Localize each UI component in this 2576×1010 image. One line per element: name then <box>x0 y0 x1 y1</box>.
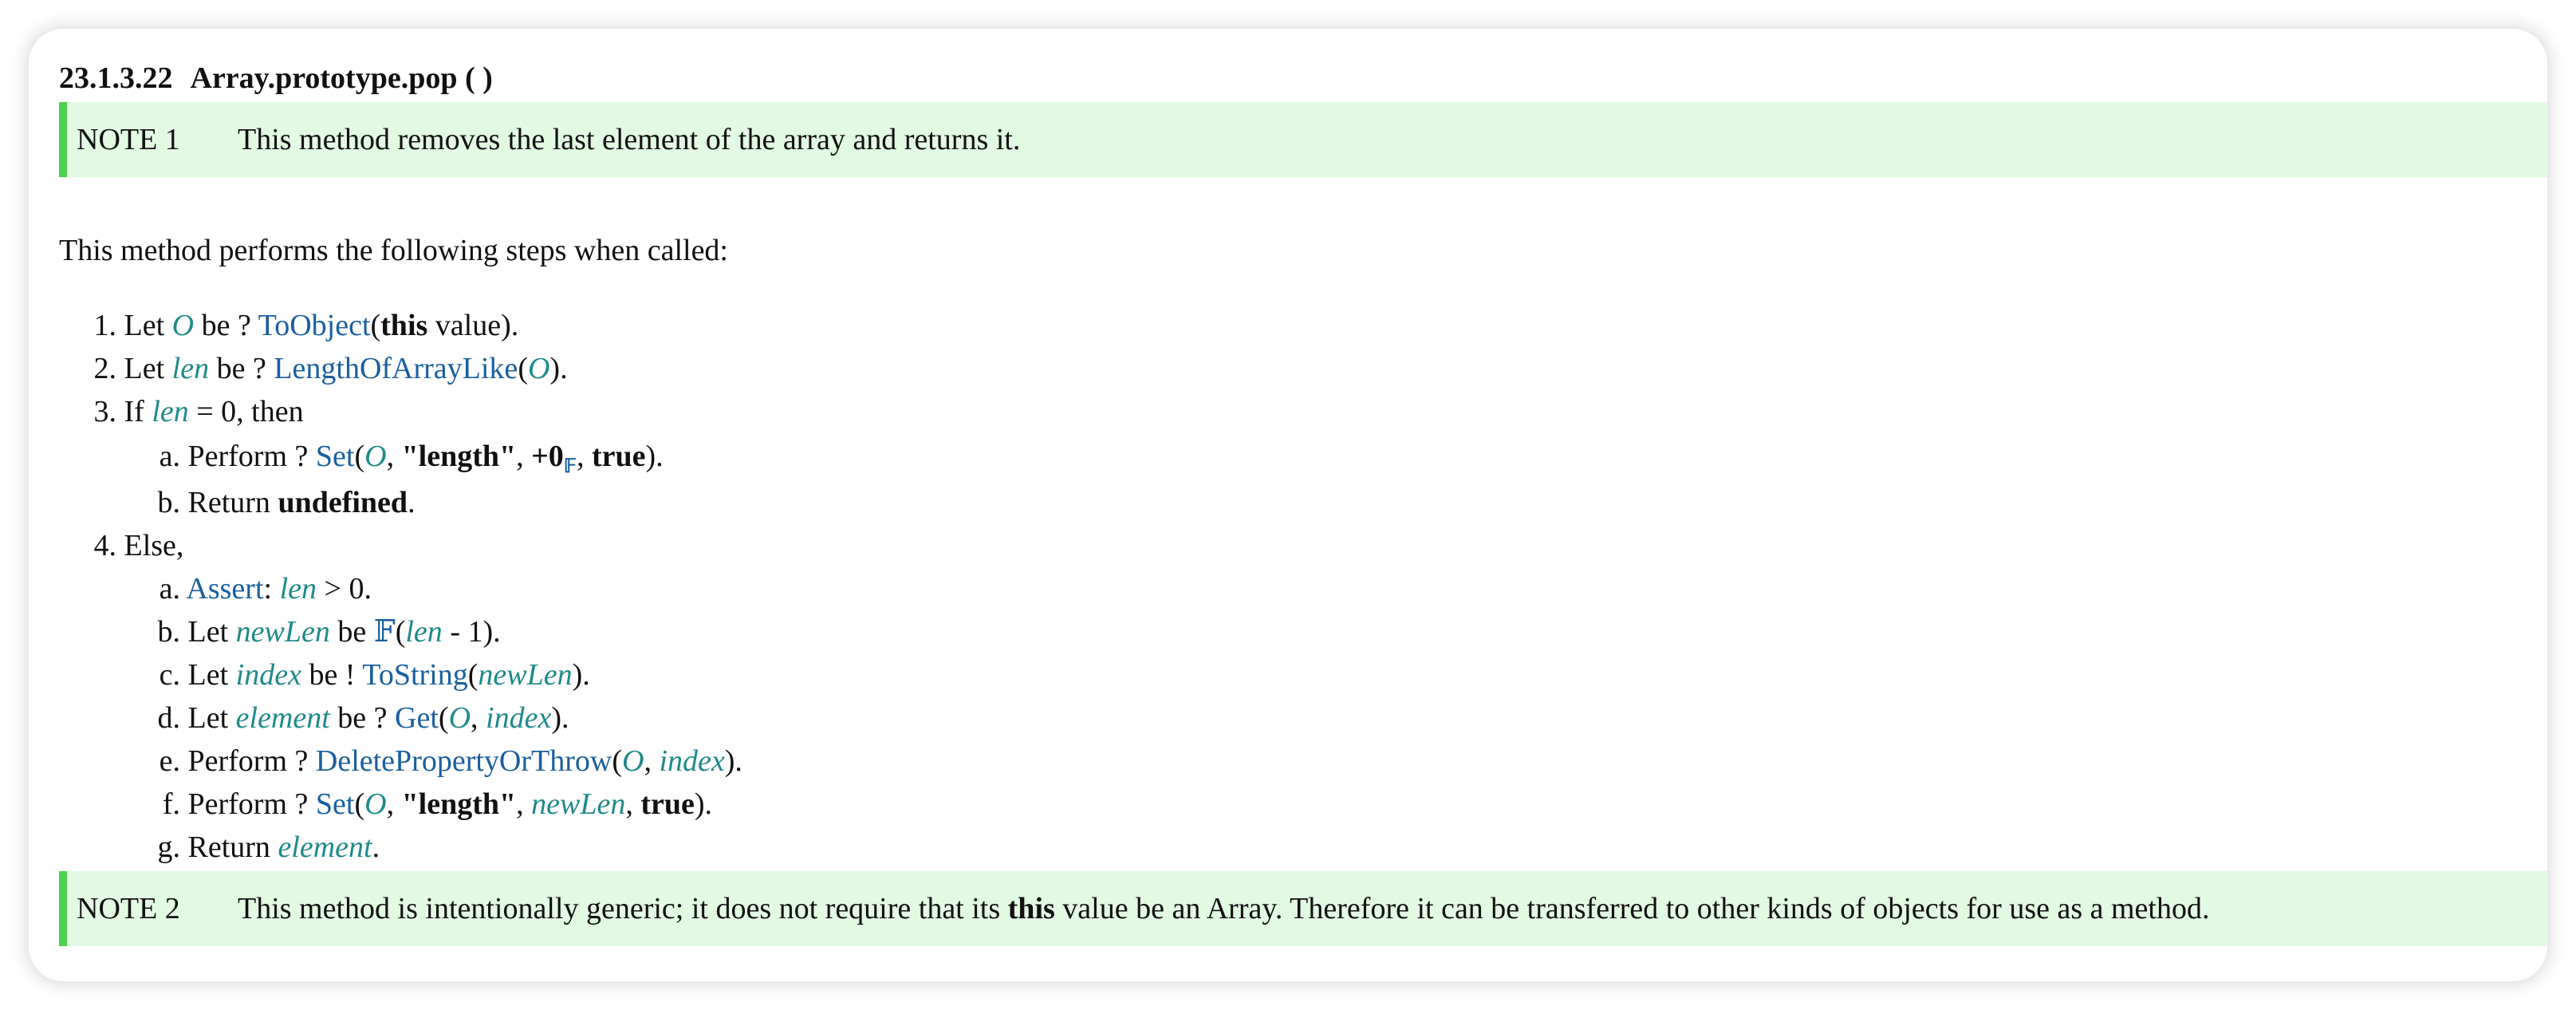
step-3a: a. Perform ? Set(O, "length", +0𝔽, true)… <box>159 440 664 477</box>
note-1-label: NOTE 1 <box>77 123 180 156</box>
variable-element[interactable]: element <box>278 830 372 864</box>
link-get[interactable]: Get <box>395 701 439 735</box>
step-4: 4. Else, <box>93 529 184 562</box>
link-set[interactable]: Set <box>316 440 355 473</box>
section-title: Array.prototype.pop ( ) <box>190 61 493 95</box>
variable-O[interactable]: O <box>172 309 194 342</box>
variable-O[interactable]: O <box>364 440 386 473</box>
link-toobject[interactable]: ToObject <box>258 309 371 342</box>
step-4f: f. Perform ? Set(O, "length", newLen, tr… <box>162 787 713 821</box>
variable-len[interactable]: len <box>172 352 209 385</box>
step-4a: a. Assert: len > 0. <box>159 572 372 606</box>
intro-text: This method performs the following steps… <box>59 234 728 267</box>
note-2-label: NOTE 2 <box>77 892 180 925</box>
note-2: NOTE 2 This method is intentionally gene… <box>59 871 2547 946</box>
variable-O[interactable]: O <box>364 787 386 821</box>
variable-O[interactable]: O <box>449 701 471 735</box>
step-4g: g. Return element. <box>157 830 380 864</box>
spec-section-card: 23.1.3.22 Array.prototype.pop ( ) NOTE 1 … <box>29 29 2547 981</box>
section-number: 23.1.3.22 <box>59 61 173 95</box>
variable-len[interactable]: len <box>152 395 188 428</box>
variable-len[interactable]: len <box>280 572 317 606</box>
variable-O[interactable]: O <box>622 744 644 778</box>
link-lengthofarraylike[interactable]: LengthOfArrayLike <box>274 352 518 385</box>
step-3: 3. If len = 0, then <box>93 395 304 428</box>
variable-element[interactable]: element <box>236 701 330 735</box>
note-1: NOTE 1 This method removes the last elem… <box>59 102 2547 177</box>
step-1: 1. Let O be ? ToObject(this value). <box>93 309 519 342</box>
step-3b: b. Return undefined. <box>157 486 416 519</box>
link-tostring[interactable]: ToString <box>362 658 467 692</box>
step-2: 2. Let len be ? LengthOfArrayLike(O). <box>93 352 568 385</box>
step-4c: c. Let index be ! ToString(newLen). <box>159 658 590 692</box>
link-to-number-value[interactable]: 𝔽 <box>374 615 396 649</box>
link-deletepropertyorthrow[interactable]: DeletePropertyOrThrow <box>316 744 612 778</box>
step-4d: d. Let element be ? Get(O, index). <box>157 701 569 735</box>
variable-newlen[interactable]: newLen <box>478 658 572 692</box>
variable-newlen[interactable]: newLen <box>531 787 625 821</box>
variable-len[interactable]: len <box>405 615 442 649</box>
variable-newlen[interactable]: newLen <box>236 615 330 649</box>
link-assert[interactable]: Assert <box>186 572 263 606</box>
section-heading: 23.1.3.22 Array.prototype.pop ( ) <box>59 61 493 96</box>
step-4e: e. Perform ? DeletePropertyOrThrow(O, in… <box>159 744 742 778</box>
step-4b: b. Let newLen be 𝔽(len - 1). <box>157 615 501 649</box>
note-2-text: This method is intentionally generic; it… <box>238 892 2210 925</box>
variable-index[interactable]: index <box>486 701 551 735</box>
note-1-text: This method removes the last element of … <box>238 123 1021 156</box>
link-set[interactable]: Set <box>316 787 355 821</box>
variable-index[interactable]: index <box>659 744 724 778</box>
variable-O[interactable]: O <box>528 352 549 385</box>
variable-index[interactable]: index <box>236 658 301 692</box>
